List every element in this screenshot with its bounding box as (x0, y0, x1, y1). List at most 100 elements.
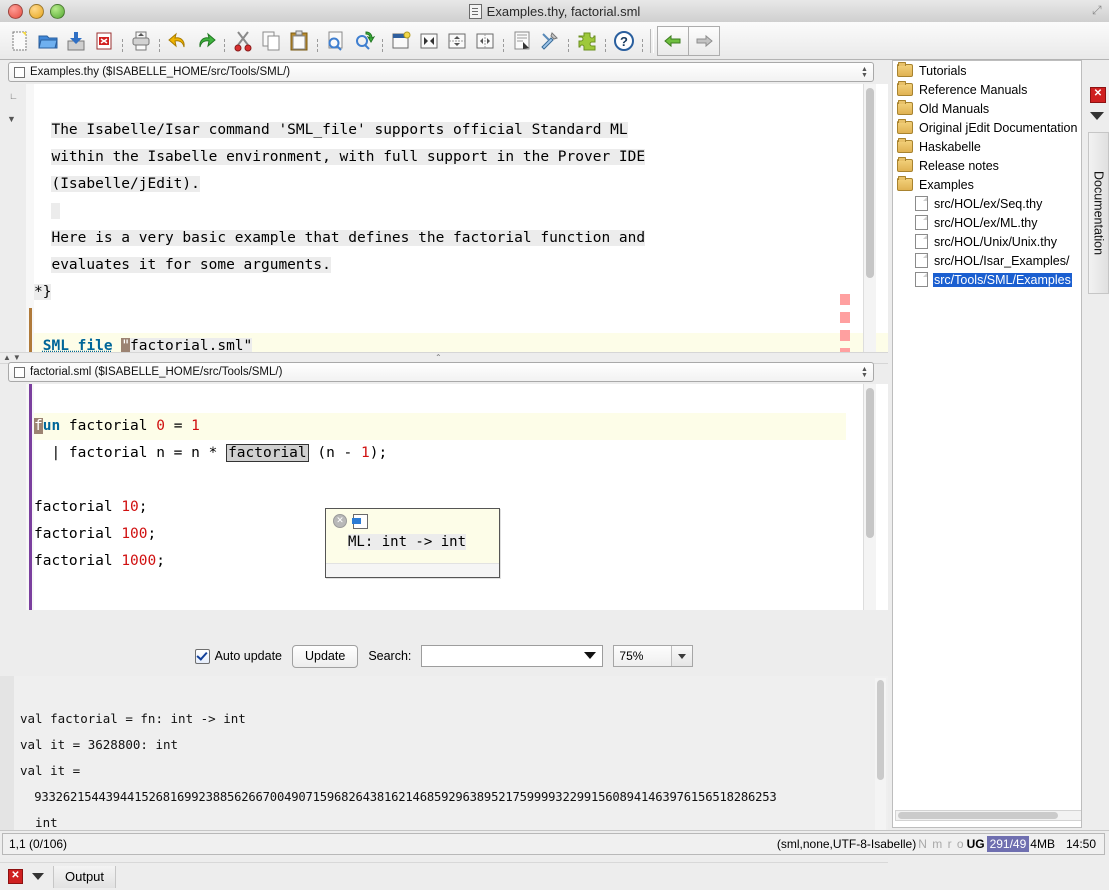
memory-used[interactable]: 291/49 (986, 836, 1030, 852)
tree-item-label: Reference Manuals (919, 82, 1028, 97)
global-options-button[interactable] (536, 26, 564, 56)
back-button[interactable] (657, 25, 689, 56)
documentation-tree[interactable]: Tutorials Reference Manuals Old Manuals … (892, 60, 1082, 828)
minimize-window-button[interactable] (29, 4, 44, 19)
tree-item-label: Original jEdit Documentation (919, 120, 1078, 135)
sml-command-stripe (29, 384, 32, 610)
buffer-selector-thy[interactable]: Examples.thy ($ISABELLE_HOME/src/Tools/S… (8, 62, 874, 82)
code-line: within the Isabelle environment, with fu… (51, 149, 646, 165)
tooltip-text-wrap: ML: int -> int (326, 530, 499, 550)
tooltip-footer (326, 563, 499, 577)
paste-button[interactable] (285, 26, 313, 56)
editor-vscrollbar-sml[interactable] (863, 384, 876, 610)
scrollbar-thumb[interactable] (877, 680, 884, 780)
auto-update-checkbox-wrap[interactable]: Auto update (194, 648, 282, 664)
svg-text:?: ? (620, 34, 628, 49)
split-horizontal-button[interactable] (443, 26, 471, 56)
split-arrows-icon[interactable]: ▲▼ (3, 353, 23, 362)
chevron-down-icon[interactable] (32, 873, 44, 880)
tree-item-unix-thy[interactable]: src/HOL/Unix/Unix.thy (893, 232, 1081, 251)
clock: 14:50 (1065, 837, 1096, 851)
close-icon[interactable]: ✕ (1090, 87, 1106, 103)
tree-item-examples[interactable]: Examples (893, 175, 1081, 194)
split-grip-icon[interactable]: ⌃ (435, 353, 442, 362)
cut-button[interactable] (229, 26, 257, 56)
buffer-options-button[interactable] (508, 26, 536, 56)
folder-icon (897, 157, 913, 172)
find-button[interactable] (322, 26, 350, 56)
undo-button[interactable] (164, 26, 192, 56)
update-button[interactable]: Update (292, 644, 359, 668)
editor-gutter-thy[interactable]: ∟ ▼ (0, 84, 27, 356)
file-icon (915, 215, 928, 230)
window-controls[interactable] (8, 4, 65, 19)
tooltip-toolbar: ✕ (326, 509, 499, 530)
file-icon (915, 234, 928, 249)
tree-item-isar-examples[interactable]: src/HOL/Isar_Examples/ (893, 251, 1081, 270)
auto-update-checkbox[interactable] (194, 648, 210, 664)
detach-icon[interactable] (352, 513, 368, 529)
chevron-down-icon[interactable] (1090, 112, 1104, 120)
toolbar-separator (601, 26, 610, 56)
tree-item-original-jedit-documentation[interactable]: Original jEdit Documentation (893, 118, 1081, 137)
output-line: int (20, 815, 58, 830)
toolbar-separator (378, 26, 387, 56)
tree-item-ml-thy[interactable]: src/HOL/ex/ML.thy (893, 213, 1081, 232)
chevron-updown-icon[interactable]: ▲ ▼ (860, 65, 869, 81)
theory-code-text[interactable]: The Isabelle/Isar command 'SML_file' sup… (34, 90, 888, 356)
search-combobox[interactable] (421, 645, 604, 667)
ug-indicator[interactable]: UG (967, 837, 987, 851)
find-next-button[interactable] (350, 26, 378, 56)
close-icon[interactable]: ✕ (333, 514, 347, 528)
editor-flags[interactable]: N m r o (916, 837, 966, 851)
theory-editor-area[interactable]: ∟ ▼ The Isabelle/Isar command 'SML_file'… (0, 84, 888, 356)
tab-documentation[interactable]: Documentation (1088, 132, 1109, 294)
output-line: 9332621544394415268169923885626670049071… (20, 790, 777, 804)
tree-item-reference-manuals[interactable]: Reference Manuals (893, 80, 1081, 99)
scrollbar-thumb[interactable] (866, 88, 874, 278)
editor-gutter-sml[interactable] (0, 384, 27, 610)
fold-marker-icon[interactable]: ∟ (9, 91, 18, 101)
maximize-window-button[interactable] (50, 4, 65, 19)
document-icon (468, 3, 482, 19)
chevron-updown-icon[interactable]: ▲ ▼ (860, 365, 869, 381)
editor-column: Examples.thy ($ISABELLE_HOME/src/Tools/S… (0, 60, 888, 890)
copy-button[interactable] (257, 26, 285, 56)
search-label: Search: (368, 649, 412, 663)
close-window-button[interactable] (8, 4, 23, 19)
new-view-button[interactable] (387, 26, 415, 56)
help-button[interactable]: ? (610, 26, 638, 56)
folder-icon (897, 119, 913, 134)
buffer-selector-sml[interactable]: factorial.sml ($ISABELLE_HOME/src/Tools/… (8, 362, 874, 382)
chevron-down-icon[interactable] (671, 646, 693, 666)
tree-item-seq-thy[interactable]: src/HOL/ex/Seq.thy (893, 194, 1081, 213)
open-file-button[interactable] (34, 26, 62, 56)
plugin-manager-button[interactable] (573, 26, 601, 56)
editor-vscrollbar-thy[interactable] (863, 84, 876, 356)
forward-button[interactable] (689, 25, 720, 56)
tab-output[interactable]: Output (53, 865, 117, 888)
tree-item-haskabelle[interactable]: Haskabelle (893, 137, 1081, 156)
zoom-combobox[interactable]: 75% (613, 645, 694, 667)
resize-handle-icon[interactable]: ⤢ (1092, 4, 1104, 16)
tree-hscrollbar[interactable] (895, 810, 1081, 821)
tree-item-release-notes[interactable]: Release notes (893, 156, 1081, 175)
close-file-button[interactable] (90, 26, 118, 56)
chevron-down-icon[interactable] (584, 652, 597, 659)
scrollbar-thumb[interactable] (866, 388, 874, 538)
close-icon[interactable]: ✕ (8, 869, 23, 884)
scrollbar-thumb[interactable] (898, 812, 1058, 819)
memory-total[interactable]: 4MB (1029, 836, 1056, 852)
print-button[interactable] (127, 26, 155, 56)
split-vertical-button[interactable] (471, 26, 499, 56)
fold-triangle-icon[interactable]: ▼ (7, 114, 16, 124)
save-file-button[interactable] (62, 26, 90, 56)
tree-item-old-manuals[interactable]: Old Manuals (893, 99, 1081, 118)
tree-item-sml-examples[interactable]: src/Tools/SML/Examples (893, 270, 1081, 289)
tree-item-tutorials[interactable]: Tutorials (893, 61, 1081, 80)
type-info-tooltip[interactable]: ✕ ML: int -> int (325, 508, 500, 578)
auto-update-label: Auto update (214, 649, 282, 663)
unsplit-button[interactable] (415, 26, 443, 56)
new-file-button[interactable] (6, 26, 34, 56)
redo-button[interactable] (192, 26, 220, 56)
